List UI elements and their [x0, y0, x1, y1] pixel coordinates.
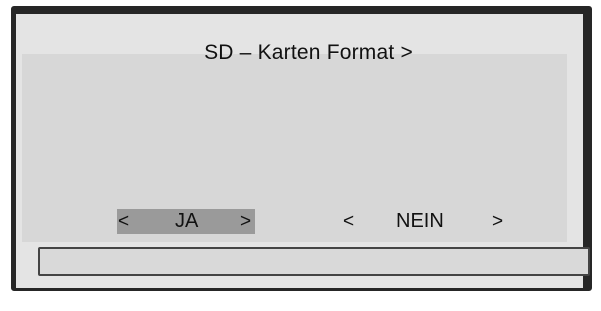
option-ja-button[interactable]: < JA >	[117, 209, 255, 234]
arrow-right-icon[interactable]: >	[240, 211, 251, 233]
arrow-right-icon[interactable]: >	[492, 211, 503, 233]
option-nein-button[interactable]: < NEIN >	[341, 209, 511, 234]
arrow-left-icon[interactable]: <	[343, 211, 354, 233]
dialog-title: SD – Karten Format >	[204, 41, 413, 64]
arrow-left-icon[interactable]: <	[118, 211, 129, 233]
option-nein-label: NEIN	[396, 210, 444, 232]
progress-bar	[38, 247, 590, 276]
option-ja-label: JA	[175, 210, 199, 232]
